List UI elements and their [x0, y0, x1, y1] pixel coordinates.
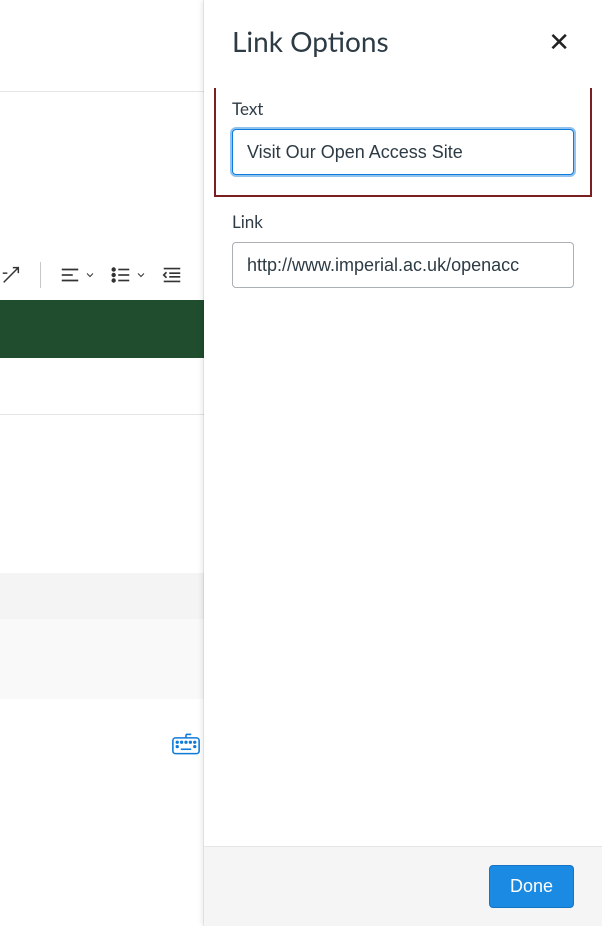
keyboard-shortcuts-icon[interactable]: [172, 733, 200, 759]
link-text-input[interactable]: [232, 129, 574, 175]
panel-title: Link Options: [232, 24, 389, 58]
link-field-label: Link: [232, 211, 574, 232]
align-button[interactable]: [59, 264, 96, 286]
text-field-highlight: Text: [214, 88, 592, 197]
outdent-button[interactable]: [161, 264, 183, 286]
toolbar-separator: [40, 262, 41, 288]
close-icon[interactable]: ✕: [544, 26, 574, 56]
link-field-group: Link: [232, 211, 574, 288]
link-url-input[interactable]: [232, 242, 574, 288]
done-button[interactable]: Done: [489, 865, 574, 908]
link-options-panel: Link Options ✕ Text Link Done: [204, 0, 602, 926]
text-field-label: Text: [232, 98, 574, 119]
panel-body: Text Link: [204, 88, 602, 846]
panel-footer: Done: [204, 846, 602, 926]
list-button[interactable]: [110, 264, 147, 286]
format-clear-icon[interactable]: [0, 264, 22, 286]
panel-header: Link Options ✕: [204, 0, 602, 88]
